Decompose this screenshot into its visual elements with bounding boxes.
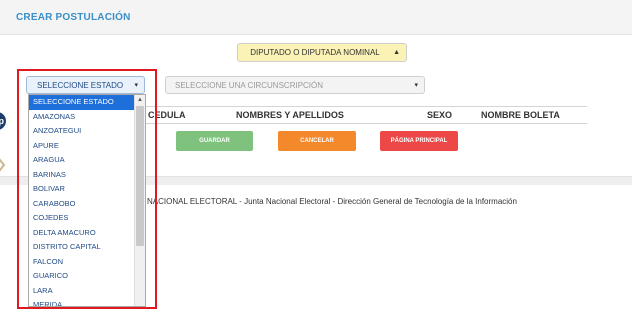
cargo-select-value: DIPUTADO O DIPUTADA NOMINAL	[250, 48, 380, 57]
estado-option[interactable]: DISTRITO CAPITAL	[29, 240, 134, 255]
estado-select[interactable]: SELECCIONE ESTADO ▾	[26, 76, 145, 94]
side-badge: p	[0, 112, 6, 130]
select-arrows-icon: ▾	[414, 82, 418, 89]
estado-option[interactable]: DELTA AMACURO	[29, 226, 134, 241]
page-header: CREAR POSTULACIÓN	[0, 0, 632, 35]
estado-select-value: SELECCIONE ESTADO	[37, 80, 124, 90]
select-arrows-icon: ▾	[134, 82, 138, 89]
estado-option[interactable]: MERIDA	[29, 298, 134, 306]
column-nombres: NOMBRES Y APELLIDOS	[236, 110, 344, 120]
estado-option[interactable]: ARAGUA	[29, 153, 134, 168]
estado-option[interactable]: LARA	[29, 284, 134, 299]
estado-dropdown[interactable]: SELECCIONE ESTADO AMAZONAS ANZOATEGUI APURE…	[28, 94, 146, 307]
dropdown-scrollbar[interactable]: ▲	[134, 95, 145, 306]
estado-option[interactable]: APURE	[29, 139, 134, 154]
estado-option[interactable]: CARABOBO	[29, 197, 134, 212]
select-arrows-icon: ▲︎	[393, 49, 400, 56]
estado-option[interactable]: AMAZONAS	[29, 110, 134, 125]
circunscripcion-select[interactable]: SELECCIONE UNA CIRCUNSCRIPCIÓN ▾	[165, 76, 425, 94]
footer-text: NACIONAL ELECTORAL - Junta Nacional Elec…	[147, 197, 517, 206]
circunscripcion-select-value: SELECCIONE UNA CIRCUNSCRIPCIÓN	[175, 80, 324, 90]
estado-option[interactable]: SELECCIONE ESTADO	[29, 95, 134, 110]
save-button[interactable]: GUARDAR	[176, 131, 253, 151]
main-page-button[interactable]: PÁGINA PRINCIPAL	[380, 131, 458, 151]
column-sexo: SEXO	[427, 110, 453, 120]
cancel-button[interactable]: CANCELAR	[278, 131, 356, 151]
cargo-select[interactable]: DIPUTADO O DIPUTADA NOMINAL ▲︎	[237, 43, 407, 62]
chevron-right-icon	[0, 158, 6, 172]
column-cedula: CEDULA	[148, 110, 186, 120]
estado-option[interactable]: GUARICO	[29, 269, 134, 284]
column-nombre-boleta: NOMBRE BOLETA	[481, 110, 560, 120]
estado-option[interactable]: BARINAS	[29, 168, 134, 183]
estado-option[interactable]: FALCON	[29, 255, 134, 270]
scroll-thumb[interactable]	[136, 106, 144, 246]
scroll-up-icon[interactable]: ▲	[135, 95, 145, 105]
candidates-table-header: CEDULA NOMBRES Y APELLIDOS SEXO NOMBRE B…	[145, 106, 587, 124]
estado-option[interactable]: COJEDES	[29, 211, 134, 226]
page-title: CREAR POSTULACIÓN	[16, 12, 131, 23]
estado-option[interactable]: BOLIVAR	[29, 182, 134, 197]
estado-option[interactable]: ANZOATEGUI	[29, 124, 134, 139]
estado-options-list: SELECCIONE ESTADO AMAZONAS ANZOATEGUI APURE…	[29, 95, 134, 306]
